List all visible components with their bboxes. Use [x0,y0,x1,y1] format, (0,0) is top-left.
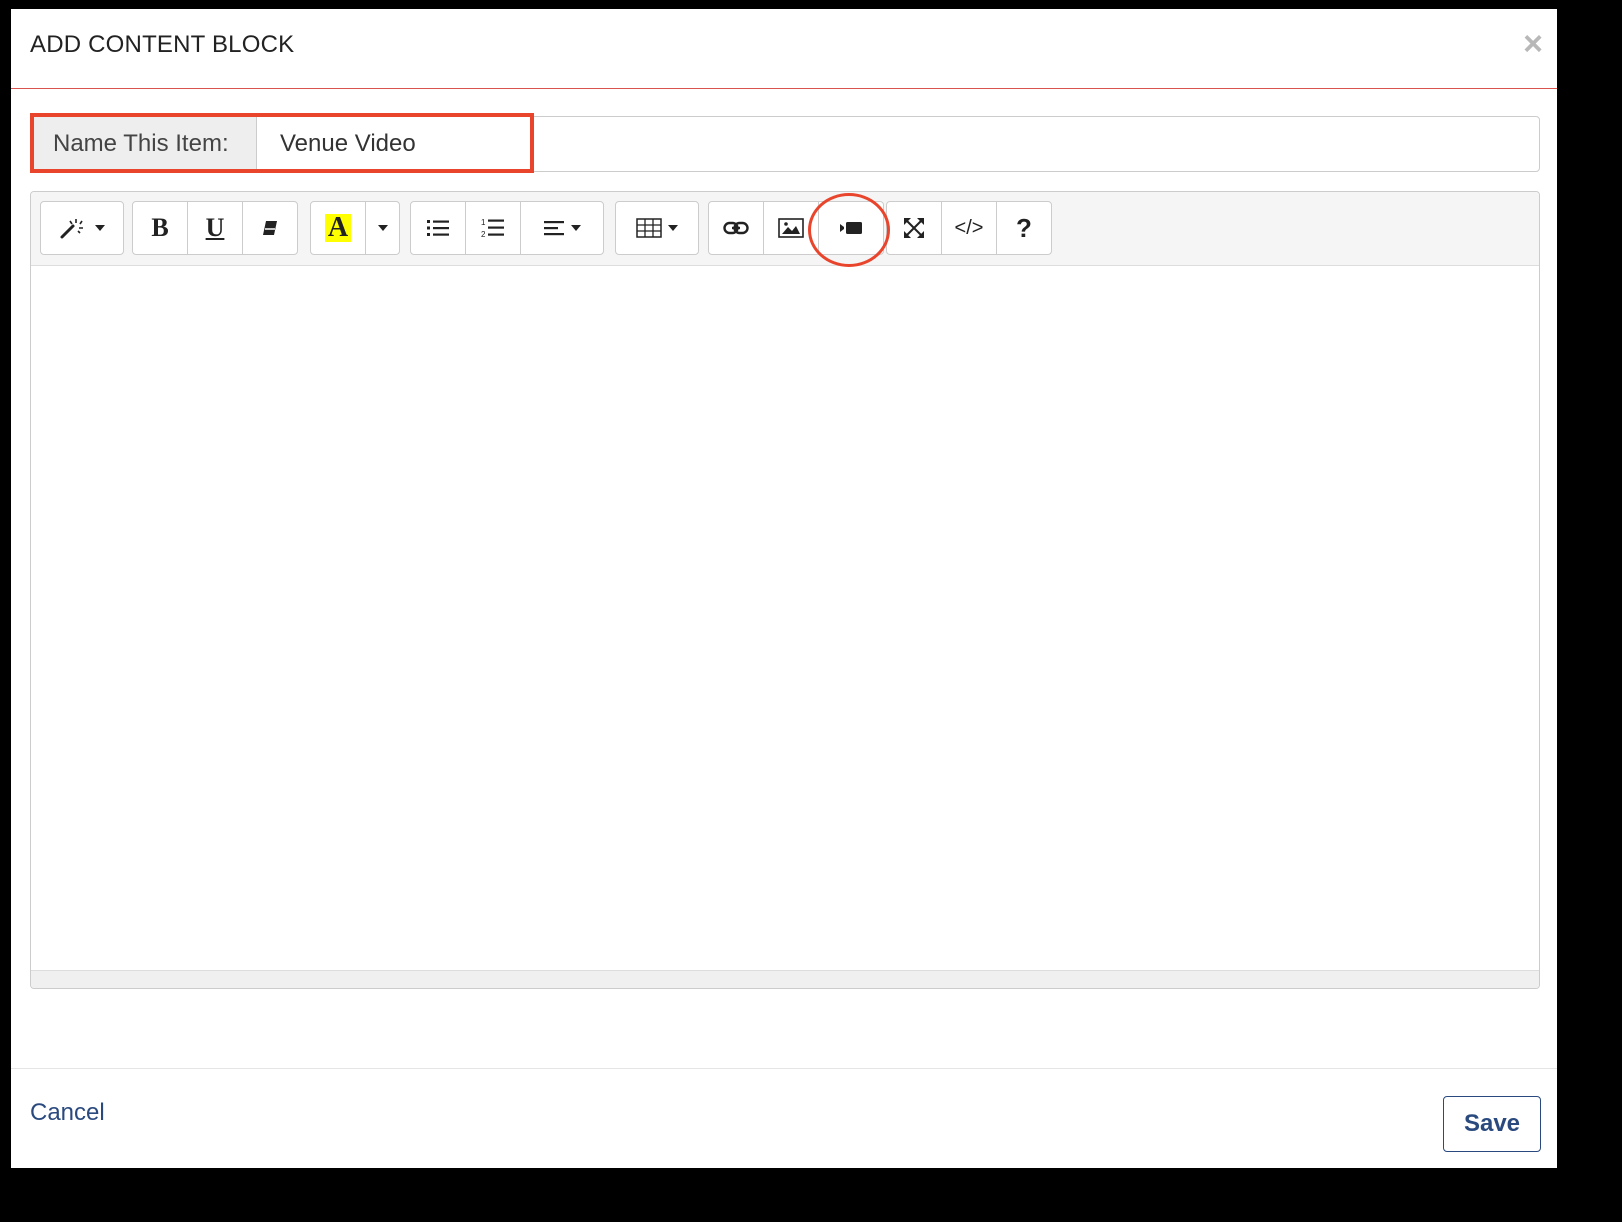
ordered-list-button[interactable]: 1 2 [465,201,521,255]
insert-group [708,201,884,255]
align-icon [544,221,564,236]
unordered-list-icon [427,220,449,236]
table-dropdown-button[interactable] [615,201,699,255]
font-color-icon: A [324,214,352,242]
font-color-button[interactable]: A [310,201,366,255]
chevron-down-icon [377,225,388,231]
help-icon: ? [1016,212,1032,243]
picture-button[interactable] [763,201,819,255]
color-group: A [310,201,400,255]
video-icon [840,222,862,234]
paragraph-group: 1 2 [410,201,604,255]
modal-title: ADD CONTENT BLOCK [30,31,295,58]
chevron-down-icon [668,225,678,231]
fullscreen-button[interactable] [886,201,942,255]
magic-wand-icon [60,219,83,239]
clear-format-button[interactable] [242,201,298,255]
link-icon [723,221,749,235]
view-group: </> ? [886,201,1052,255]
table-icon [636,218,662,238]
color-dropdown-button[interactable] [365,201,400,255]
help-button[interactable]: ? [996,201,1052,255]
svg-text:1: 1 [481,218,486,227]
font-style-group: B U [132,201,298,255]
align-dropdown-button[interactable] [520,201,604,255]
table-group [615,201,699,255]
ordered-list-icon: 1 2 [481,218,504,239]
eraser-icon [263,221,277,235]
style-group [40,201,124,255]
modal-footer: Cancel Save [11,1068,1557,1168]
editor-toolbar: B U A 1 2 </> ? [31,192,1539,266]
underline-icon: U [205,213,225,242]
rich-text-editor: B U A 1 2 </> ? [30,191,1540,989]
name-field-input[interactable] [258,117,1538,171]
close-icon[interactable]: × [1523,27,1543,61]
underline-button[interactable]: U [187,201,243,255]
modal-header: ADD CONTENT BLOCK × [11,9,1557,89]
chevron-down-icon [571,225,581,231]
bold-icon: B [151,213,169,242]
add-content-block-modal: ADD CONTENT BLOCK × Name This Item: Venu… [11,9,1557,1168]
link-button[interactable] [708,201,764,255]
save-button[interactable]: Save [1443,1096,1541,1152]
svg-text:2: 2 [481,230,486,239]
fullscreen-icon [904,218,924,238]
editor-content-area[interactable] [31,266,1539,972]
code-view-button[interactable]: </> [941,201,997,255]
chevron-down-icon [95,225,105,231]
picture-icon [778,218,804,238]
bold-button[interactable]: B [132,201,188,255]
name-input-group: Name This Item: [30,116,1540,172]
unordered-list-button[interactable] [410,201,466,255]
editor-resize-bar[interactable] [31,970,1539,988]
video-button[interactable] [818,201,884,255]
code-view-icon: </> [954,216,984,239]
name-field-label: Name This Item: [31,117,257,171]
style-dropdown-button[interactable] [40,201,124,255]
cancel-link[interactable]: Cancel [30,1099,105,1127]
